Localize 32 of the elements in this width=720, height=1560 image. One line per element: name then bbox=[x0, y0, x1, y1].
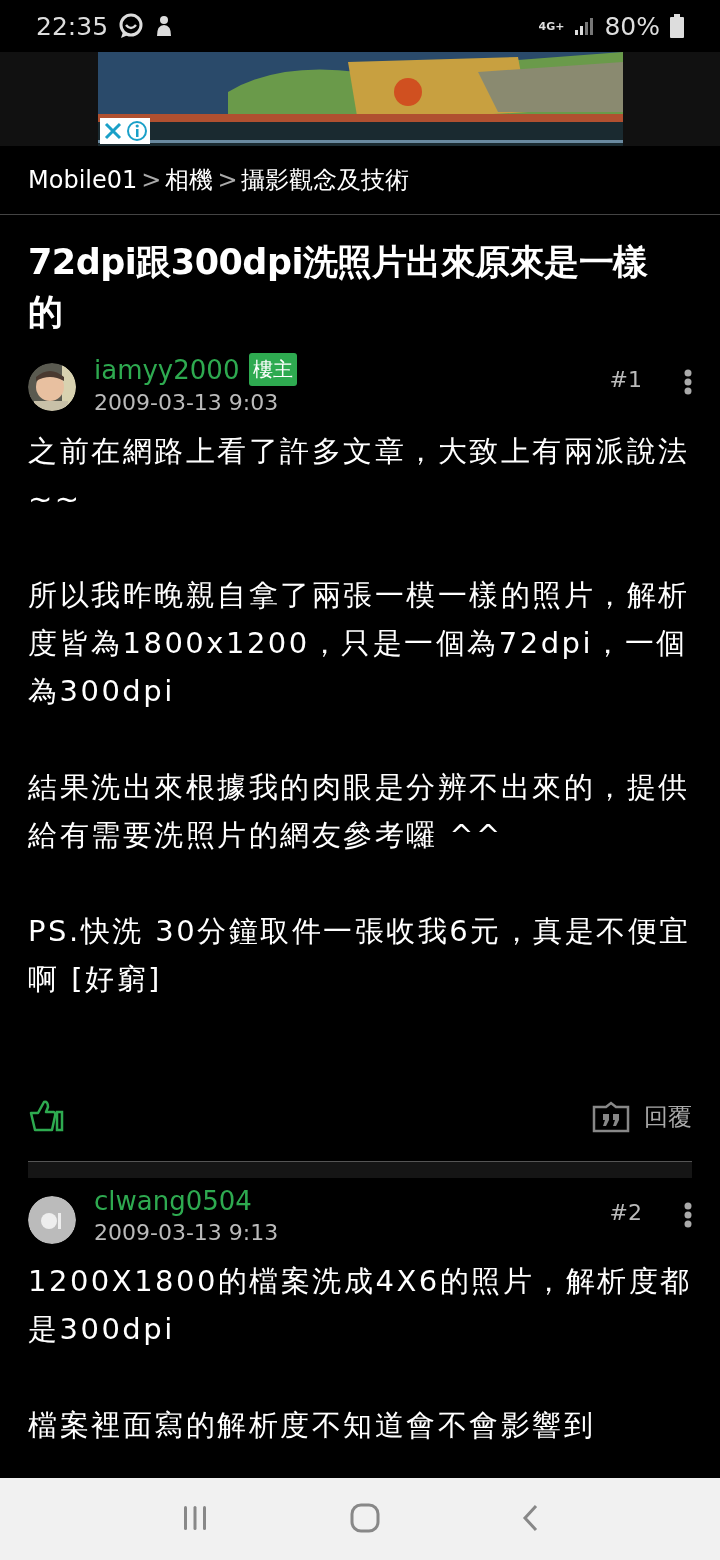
avatar-icon bbox=[28, 1196, 76, 1244]
more-icon[interactable] bbox=[684, 369, 692, 395]
post-paragraph: 1200X1800的檔案洗成4X6的照片，解析度都是300dpi bbox=[28, 1263, 692, 1348]
post-paragraph: 檔案裡面寫的解析度不知道會不會影響到 bbox=[28, 1407, 596, 1444]
network-type: 4G+ bbox=[538, 20, 565, 32]
thread-title: 72dpi跟300dpi洗照片出來原來是一樣的 bbox=[27, 241, 649, 334]
status-time: 22:35 bbox=[36, 11, 109, 41]
quote-icon bbox=[592, 1101, 630, 1133]
post-paragraph: 所以我昨晚親自拿了兩張一模一樣的照片，解析度皆為1800x1200，只是一個為72dpi，一個為300dpi bbox=[28, 577, 691, 710]
post-paragraph: 之前在網路上看了許多文章，大致上有兩派說法~~ bbox=[28, 433, 691, 518]
battery-level: 80% bbox=[604, 11, 660, 41]
post-date: 2009-03-13 9:03 bbox=[94, 390, 280, 415]
post-paragraph: PS.快洗 30分鐘取件一張收我6元，真是不便宜啊 [好窮] bbox=[28, 913, 692, 998]
reply-button[interactable]: 回覆 bbox=[592, 1101, 692, 1133]
info-icon[interactable] bbox=[125, 120, 148, 142]
breadcrumb-separator: > bbox=[217, 166, 238, 194]
breadcrumb-link[interactable]: 攝影觀念及技術 bbox=[241, 164, 410, 196]
breadcrumb-link[interactable]: Mobile01 bbox=[28, 166, 138, 194]
breadcrumb-link[interactable]: 相機 bbox=[165, 164, 214, 196]
home-button[interactable] bbox=[350, 1502, 380, 1536]
author-name[interactable]: iamyy2000 bbox=[94, 354, 240, 385]
breadcrumb-separator: > bbox=[141, 166, 162, 194]
post-date: 2009-03-13 9:13 bbox=[94, 1220, 280, 1245]
floor-number: #2 bbox=[609, 1200, 642, 1225]
post-paragraph: 結果洗出來根據我的肉眼是分辨不出來的，提供給有需要洗照片的網友參考囉 ^^ bbox=[28, 769, 691, 854]
battery-icon bbox=[670, 14, 684, 38]
chat-icon bbox=[118, 13, 145, 39]
author-badge: 樓主 bbox=[249, 353, 298, 386]
floor-number: #1 bbox=[609, 367, 642, 392]
author-name[interactable]: clwang0504 bbox=[94, 1186, 252, 1216]
signal-icon bbox=[574, 16, 595, 36]
more-icon[interactable] bbox=[684, 1202, 692, 1228]
